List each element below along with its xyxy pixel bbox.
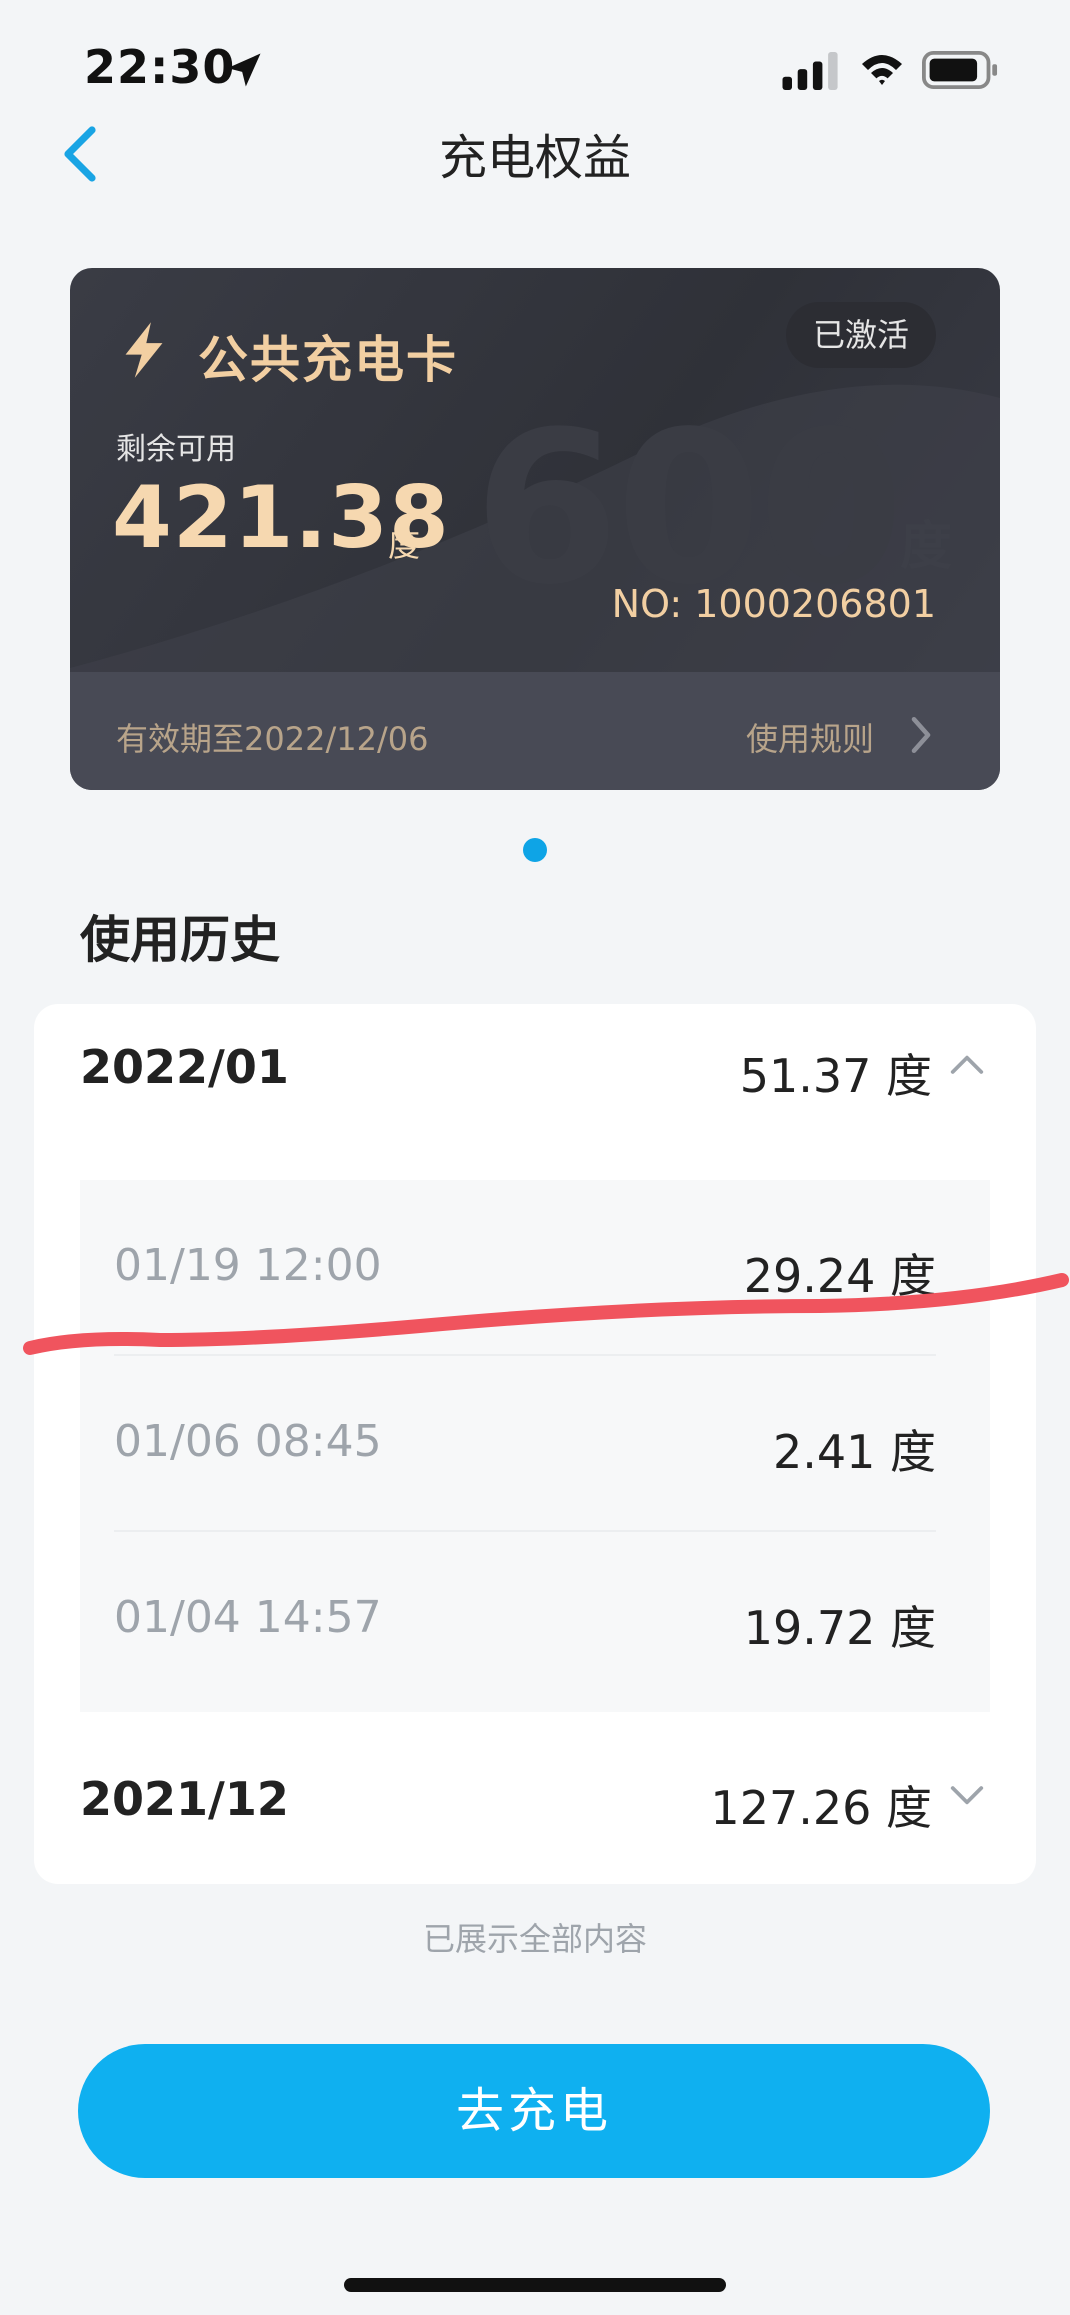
entry-time: 01/04 14:57 <box>114 1592 382 1643</box>
month-label: 2021/12 <box>80 1772 289 1826</box>
chevron-up-icon[interactable] <box>948 1050 986 1078</box>
status-bar: 22:30 <box>0 0 1070 130</box>
entry-time: 01/06 08:45 <box>114 1416 382 1467</box>
list-item[interactable]: 01/06 08:45 2.41 度 <box>80 1356 990 1532</box>
lightning-bolt-icon <box>125 322 163 378</box>
battery-icon <box>922 51 998 89</box>
end-of-list-text: 已展示全部内容 <box>422 1920 647 1958</box>
usage-entries-list: 01/19 12:00 29.24 度 01/06 08:45 2.41 度 0… <box>80 1180 990 1712</box>
card-title: 公共充电卡 <box>198 331 458 389</box>
month-label: 2022/01 <box>80 1040 289 1094</box>
charging-card[interactable]: 600 度 公共充电卡 已激活 剩余可用 421.38 度 NO: 100020… <box>70 268 1000 790</box>
entry-amount: 29.24 度 <box>743 1249 936 1303</box>
signal-icon <box>782 52 838 90</box>
chevron-down-icon[interactable] <box>948 1782 986 1810</box>
remaining-label: 剩余可用 <box>116 432 236 467</box>
location-arrow-icon <box>227 53 261 87</box>
month-total: 51.37 度 <box>739 1049 932 1103</box>
month-row-2022-01[interactable]: 2022/01 51.37 度 <box>34 1004 1036 1124</box>
list-item[interactable]: 01/04 14:57 19.72 度 <box>80 1532 990 1708</box>
entry-amount: 2.41 度 <box>772 1425 936 1479</box>
chevron-right-icon[interactable] <box>908 714 934 756</box>
entry-time: 01/19 12:00 <box>114 1240 382 1291</box>
list-item[interactable]: 01/19 12:00 29.24 度 <box>80 1180 990 1356</box>
history-panel: 2022/01 51.37 度 01/19 12:00 29.24 度 01/0… <box>34 1004 1036 1884</box>
carousel-page-indicator <box>523 838 547 862</box>
history-title: 使用历史 <box>80 911 280 969</box>
expiry-date: 有效期至2022/12/06 <box>116 720 429 758</box>
capacity-watermark-unit: 度 <box>899 517 952 577</box>
remaining-unit: 度 <box>388 526 421 564</box>
month-total: 127.26 度 <box>710 1781 932 1835</box>
month-row-2021-12[interactable]: 2021/12 127.26 度 <box>34 1736 1036 1856</box>
wifi-icon <box>862 55 902 85</box>
go-charge-button[interactable]: 去充电 <box>78 2044 990 2178</box>
status-badge: 已激活 <box>786 302 936 368</box>
usage-rules-link[interactable]: 使用规则 <box>746 714 874 760</box>
card-number: NO: 1000206801 <box>611 582 936 626</box>
entry-amount: 19.72 度 <box>743 1601 936 1655</box>
page-title: 充电权益 <box>438 130 631 186</box>
status-time: 22:30 <box>84 40 236 94</box>
home-indicator <box>344 2278 726 2292</box>
